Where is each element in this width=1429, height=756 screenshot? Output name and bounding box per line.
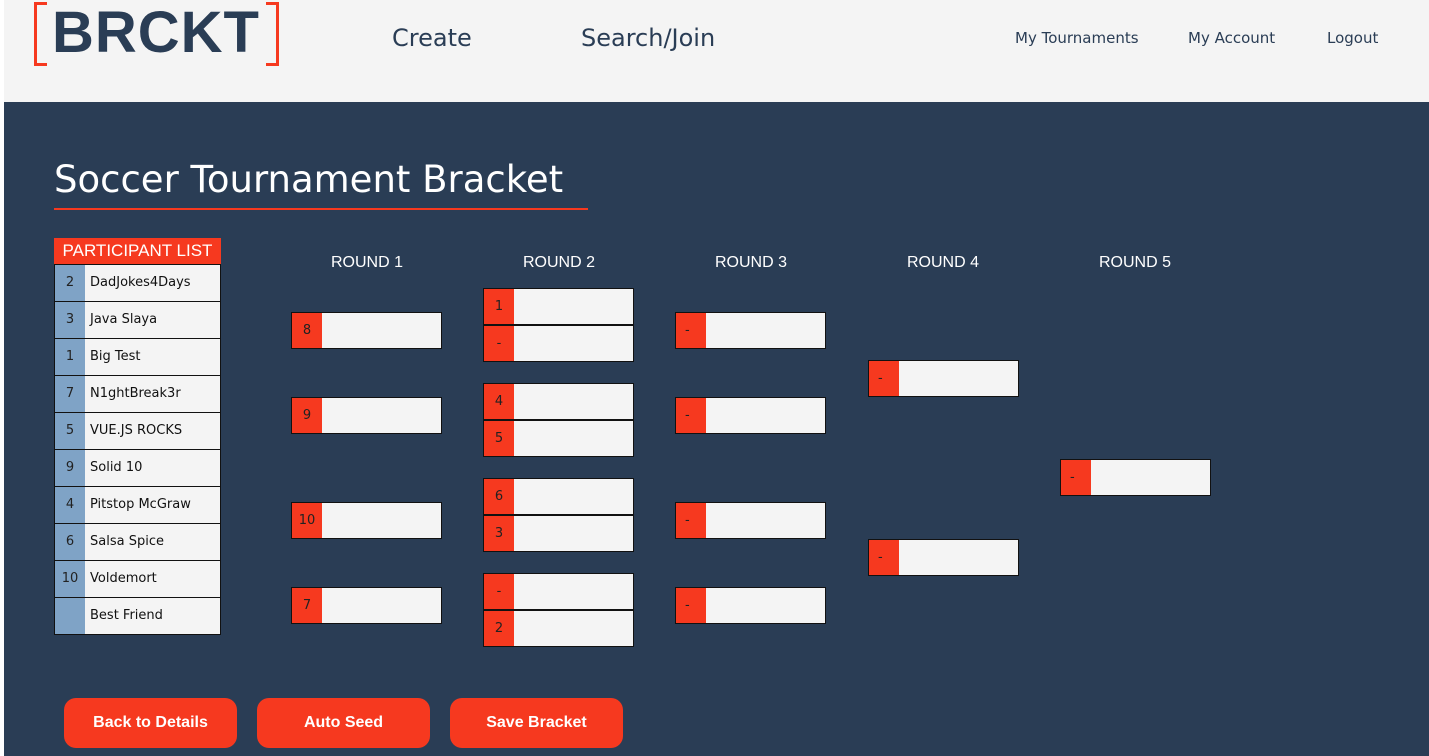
slot-seed: -: [676, 503, 706, 538]
participant-seed: 3: [55, 302, 85, 338]
participant-row[interactable]: 2 DadJokes4Days: [54, 264, 221, 302]
participant-row[interactable]: 5 VUE.JS ROCKS: [54, 413, 221, 450]
participant-row[interactable]: 7 N1ghtBreak3r: [54, 376, 221, 413]
participant-row[interactable]: 10 Voldemort: [54, 561, 221, 598]
participant-row[interactable]: 3 Java Slaya: [54, 302, 221, 339]
nav-search-join-link[interactable]: Search/Join: [581, 22, 715, 54]
round-3-label: ROUND 3: [714, 254, 787, 271]
slot-seed: -: [1061, 460, 1091, 495]
slot-seed: 1: [484, 289, 514, 324]
round3-slot[interactable]: -: [675, 397, 826, 434]
round1-slot[interactable]: 7: [291, 587, 442, 624]
auto-seed-button[interactable]: Auto Seed: [257, 698, 430, 748]
participant-list: PARTICIPANT LIST 2 DadJokes4Days 3 Java Sla…: [54, 238, 221, 635]
logo-left-bracket: [34, 2, 47, 66]
participant-name: Pitstop McGraw: [90, 497, 191, 512]
round4-slot[interactable]: -: [868, 360, 1019, 397]
page-title: Soccer Tournament Bracket: [54, 158, 564, 201]
participant-name: Best Friend: [90, 608, 163, 623]
slot-seed: 3: [484, 516, 514, 551]
nav-logout-link[interactable]: Logout: [1327, 28, 1378, 48]
slot-seed: 4: [484, 384, 514, 419]
back-to-details-button[interactable]: Back to Details: [64, 698, 237, 748]
participant-row[interactable]: Best Friend: [54, 598, 221, 635]
bracket-main: Soccer Tournament Bracket PARTICIPANT LI…: [4, 102, 1429, 756]
participant-row[interactable]: 4 Pitstop McGraw: [54, 487, 221, 524]
participant-seed: 4: [55, 487, 85, 523]
participant-row[interactable]: 1 Big Test: [54, 339, 221, 376]
round2-slot[interactable]: 6: [483, 478, 634, 515]
slot-seed: 9: [292, 398, 322, 433]
round1-slot[interactable]: 9: [291, 397, 442, 434]
slot-seed: -: [869, 361, 899, 396]
participant-name: VUE.JS ROCKS: [90, 423, 183, 438]
participant-name: Java Slaya: [90, 312, 158, 327]
participant-seed: 6: [55, 524, 85, 560]
round2-slot[interactable]: -: [483, 573, 634, 610]
slot-seed: 8: [292, 313, 322, 348]
participant-seed: 10: [55, 561, 85, 597]
round5-slot[interactable]: -: [1060, 459, 1211, 496]
participant-seed: 9: [55, 450, 85, 486]
slot-seed: 6: [484, 479, 514, 514]
slot-seed: -: [676, 313, 706, 348]
participant-seed: 7: [55, 376, 85, 412]
participant-seed: 1: [55, 339, 85, 375]
participant-row[interactable]: 6 Salsa Spice: [54, 524, 221, 561]
slot-seed: -: [676, 398, 706, 433]
top-nav: BRCKT Create Search/Join My Tournaments …: [4, 0, 1429, 102]
participant-name: N1ghtBreak3r: [90, 386, 181, 401]
logo-text: BRCKT: [52, 0, 260, 65]
round-5-label: ROUND 5: [1098, 254, 1171, 271]
title-underline: [54, 208, 588, 210]
slot-seed: -: [676, 588, 706, 623]
round-2-label: ROUND 2: [522, 254, 595, 271]
round-1-label: ROUND 1: [330, 254, 403, 271]
round4-slot[interactable]: -: [868, 539, 1019, 576]
round2-slot[interactable]: 2: [483, 610, 634, 647]
round2-slot[interactable]: 5: [483, 420, 634, 457]
slot-seed: 7: [292, 588, 322, 623]
round2-slot[interactable]: 4: [483, 383, 634, 420]
logo-right-bracket: [266, 2, 279, 66]
save-bracket-button[interactable]: Save Bracket: [450, 698, 623, 748]
slot-seed: 5: [484, 421, 514, 456]
nav-my-tournaments-link[interactable]: My Tournaments: [1015, 28, 1139, 48]
slot-seed: 10: [292, 503, 322, 538]
round3-slot[interactable]: -: [675, 312, 826, 349]
participant-name: DadJokes4Days: [90, 275, 191, 290]
participant-row[interactable]: 9 Solid 10: [54, 450, 221, 487]
brckt-logo[interactable]: BRCKT: [34, 0, 282, 66]
slot-seed: -: [484, 326, 514, 361]
participant-name: Salsa Spice: [90, 534, 164, 549]
slot-seed: 2: [484, 611, 514, 646]
participant-rows: 2 DadJokes4Days 3 Java Slaya 1 Big Test 7 N1ght…: [54, 264, 221, 635]
participant-name: Big Test: [90, 349, 141, 364]
round1-slot[interactable]: 8: [291, 312, 442, 349]
participant-list-header: PARTICIPANT LIST: [54, 238, 221, 264]
round2-slot[interactable]: 1: [483, 288, 634, 325]
slot-seed: -: [869, 540, 899, 575]
round2-slot[interactable]: 3: [483, 515, 634, 552]
participant-seed: 5: [55, 413, 85, 449]
round3-slot[interactable]: -: [675, 502, 826, 539]
slot-seed: -: [484, 574, 514, 609]
participant-name: Solid 10: [90, 460, 143, 475]
nav-my-account-link[interactable]: My Account: [1188, 28, 1275, 48]
round3-slot[interactable]: -: [675, 587, 826, 624]
participant-seed: [55, 598, 85, 634]
round2-slot[interactable]: -: [483, 325, 634, 362]
round-4-label: ROUND 4: [906, 254, 979, 271]
round1-slot[interactable]: 10: [291, 502, 442, 539]
participant-seed: 2: [55, 265, 85, 301]
nav-create-link[interactable]: Create: [392, 22, 472, 54]
participant-name: Voldemort: [90, 571, 157, 586]
